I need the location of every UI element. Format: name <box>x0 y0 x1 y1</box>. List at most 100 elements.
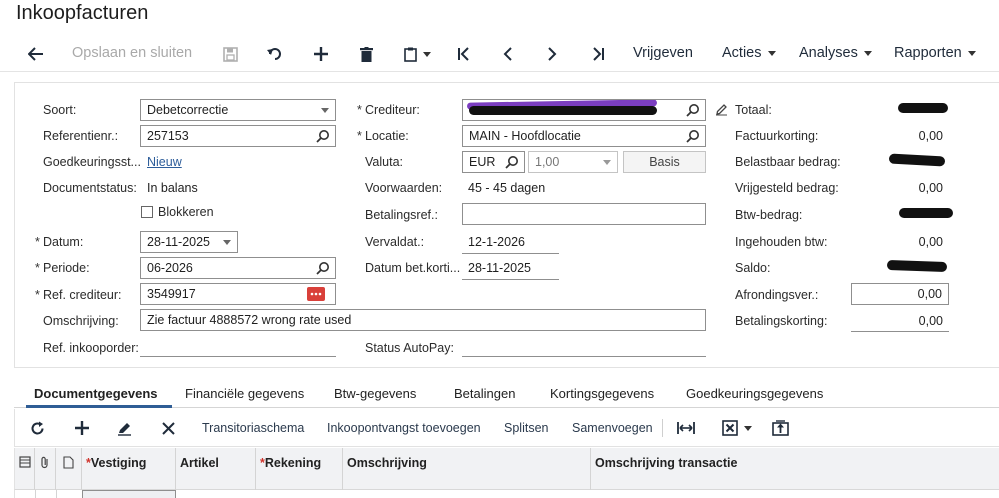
first-record-icon[interactable] <box>454 42 474 66</box>
merge-button[interactable]: Samenvoegen <box>572 421 653 435</box>
add-purchase-receipt-button[interactable]: Inkoopontvangst toevoegen <box>327 421 481 435</box>
tab-vat-details[interactable]: Btw-gegevens <box>334 386 416 401</box>
grid-col-row-icon <box>15 448 35 490</box>
grid-col-branch[interactable]: Vestiging <box>82 448 176 490</box>
redaction-mark <box>888 153 946 167</box>
rounding-label: Afrondingsver.: <box>735 288 819 302</box>
block-checkbox[interactable] <box>141 206 153 218</box>
redaction-mark <box>886 259 948 273</box>
po-ref-field[interactable] <box>140 356 336 357</box>
grid-col-transaction-description[interactable]: Omschrijving transactie <box>591 448 999 490</box>
table-row[interactable] <box>14 490 999 498</box>
tab-payments[interactable]: Betalingen <box>454 386 515 401</box>
currency-input[interactable]: EUR <box>462 151 525 173</box>
previous-record-icon[interactable] <box>498 42 518 66</box>
cell-divider <box>35 490 36 498</box>
save-close-button[interactable]: Opslaan en sluiten <box>72 45 192 61</box>
release-button[interactable]: Vrijgeven <box>633 45 693 61</box>
more-options-icon[interactable] <box>307 287 325 301</box>
exchange-rate-select[interactable]: 1,00 <box>528 151 618 173</box>
vendor-ref-value: 3549917 <box>147 287 196 301</box>
exchange-rate-value: 1,00 <box>535 155 560 169</box>
rounding-input[interactable]: 0,00 <box>851 283 949 305</box>
actions-menu[interactable]: Acties <box>722 45 776 61</box>
due-date-underline <box>462 253 559 254</box>
tab-discount-details[interactable]: Kortingsgegevens <box>550 386 654 401</box>
branch-cell-editor[interactable] <box>82 490 176 498</box>
reports-menu-label: Rapporten <box>894 45 962 61</box>
undo-icon[interactable] <box>265 42 285 66</box>
last-record-icon[interactable] <box>588 42 608 66</box>
transitorial-schedule-button[interactable]: Transitoriaschema <box>202 421 304 435</box>
ref-number-input[interactable]: 257153 <box>140 125 336 147</box>
search-icon[interactable] <box>505 155 519 169</box>
upload-icon[interactable] <box>769 417 791 439</box>
total-label: Totaal: <box>735 103 772 117</box>
grid-toolbar: Transitoriaschema Inkoopontvangst toevoe… <box>14 409 999 447</box>
block-label: Blokkeren <box>158 205 214 219</box>
ref-number-label: Referentienr.: <box>43 129 119 143</box>
next-record-icon[interactable] <box>542 42 562 66</box>
type-select[interactable]: Debetcorrectie <box>140 99 336 121</box>
excel-export-icon[interactable] <box>720 417 754 439</box>
invoice-discount-label: Factuurkorting: <box>735 129 819 143</box>
discount-date-underline <box>462 279 559 280</box>
grid-col-description-label: Omschrijving <box>347 456 427 470</box>
search-icon[interactable] <box>686 129 700 143</box>
tab-approval-details[interactable]: Goedkeuringsgegevens <box>686 386 823 401</box>
add-icon[interactable] <box>311 42 331 66</box>
redaction-mark <box>469 106 657 115</box>
save-icon[interactable] <box>220 42 240 66</box>
location-input[interactable]: MAIN - Hoofdlocatie <box>462 125 706 147</box>
description-input[interactable]: Zie factuur 4888572 wrong rate used <box>140 309 706 331</box>
exempt-amount-value: 0,00 <box>918 181 943 195</box>
base-button[interactable]: Basis <box>623 151 706 173</box>
grid-col-description[interactable]: Omschrijving <box>343 448 591 490</box>
tab-financial-details[interactable]: Financiële gegevens <box>185 386 304 401</box>
detail-tabs: Documentgegevens Financiële gegevens Btw… <box>14 380 999 408</box>
clipboard-icon[interactable] <box>400 42 434 66</box>
grid-col-branch-label: Vestiging <box>86 456 147 470</box>
row-details-icon <box>19 456 31 468</box>
analyses-menu-label: Analyses <box>799 45 858 61</box>
split-button[interactable]: Splitsen <box>504 421 548 435</box>
period-input[interactable]: 06-2026 <box>140 257 336 279</box>
grid-header: Vestiging Artikel Rekening Omschrijving … <box>14 448 999 490</box>
payment-ref-input[interactable] <box>462 203 706 225</box>
search-icon[interactable] <box>316 261 330 275</box>
terms-value: 45 - 45 dagen <box>468 181 546 195</box>
vendor-input[interactable] <box>462 99 706 121</box>
tab-document-details[interactable]: Documentgegevens <box>34 386 158 401</box>
approval-status-label: Goedkeuringsst... <box>43 155 141 169</box>
date-input[interactable]: 28-11-2025 <box>140 231 238 253</box>
payment-discount-value: 0,00 <box>918 314 943 328</box>
refresh-icon[interactable] <box>27 417 47 439</box>
grid-col-item[interactable]: Artikel <box>176 448 256 490</box>
edit-icon[interactable] <box>114 417 134 439</box>
delete-icon[interactable] <box>356 42 376 66</box>
grid-col-item-label: Artikel <box>180 456 219 470</box>
search-icon[interactable] <box>316 129 330 143</box>
description-label: Omschrijving: <box>43 314 119 328</box>
fit-columns-icon[interactable] <box>675 417 697 439</box>
analyses-menu[interactable]: Analyses <box>799 45 872 61</box>
currency-value: EUR <box>469 155 496 169</box>
edit-pencil-icon[interactable] <box>715 103 728 116</box>
currency-label: Valuta: <box>365 155 403 169</box>
grid-col-transaction-description-label: Omschrijving transactie <box>595 456 738 470</box>
discount-date-label: Datum bet.korti... <box>365 261 461 275</box>
delete-row-icon[interactable] <box>158 417 178 439</box>
due-date-value: 12-1-2026 <box>468 235 525 249</box>
grid-col-attachments <box>35 448 56 490</box>
po-ref-label: Ref. inkooporder: <box>43 341 139 355</box>
back-arrow-icon[interactable] <box>26 42 46 66</box>
search-icon[interactable] <box>686 103 700 117</box>
approval-status-link[interactable]: Nieuw <box>147 155 182 169</box>
period-label: Periode: <box>35 261 89 275</box>
location-value: MAIN - Hoofdlocatie <box>469 129 581 143</box>
exempt-amount-label: Vrijgesteld bedrag: <box>735 181 839 195</box>
grid-col-account[interactable]: Rekening <box>256 448 343 490</box>
vendor-ref-input[interactable]: 3549917 <box>140 283 336 305</box>
add-row-icon[interactable] <box>72 417 92 439</box>
reports-menu[interactable]: Rapporten <box>894 45 976 61</box>
